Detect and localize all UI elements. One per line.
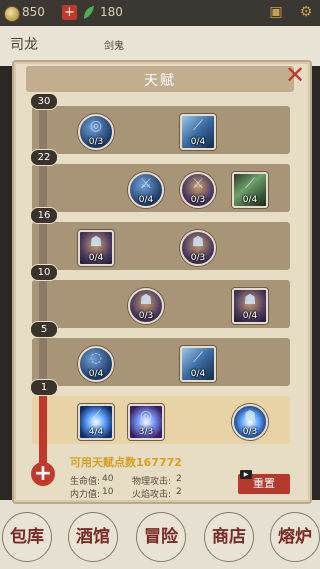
phys-attack-label: 物理攻击: (132, 477, 172, 487)
talent-skill[interactable]: ⟋ 0/4 (180, 346, 216, 382)
talent-skill[interactable]: ☗ 0/3 (180, 230, 216, 266)
nav-shop-button[interactable]: 商店 (204, 512, 254, 562)
talent-skill[interactable]: ◌ 0/4 (78, 346, 114, 382)
level-badge-30: 30 (30, 93, 58, 110)
nav-bag-button[interactable]: 包库 (2, 512, 52, 562)
nav-tavern-button[interactable]: 酒馆 (68, 512, 118, 562)
hp-value: 40 (102, 474, 114, 484)
talent-skill[interactable]: ☗ 0/3 (128, 288, 164, 324)
nav-adventure-button[interactable]: 冒险 (136, 512, 186, 562)
slash-icon: ⟋ (193, 118, 203, 134)
mp-value: 10 (102, 487, 114, 497)
fighter-icon: ☗ (89, 234, 103, 250)
coin-count: 850 (22, 5, 45, 19)
phys-attack-value: 2 (176, 474, 182, 484)
add-points-button[interactable]: + (31, 462, 55, 486)
monk-icon: ☗ (139, 292, 153, 308)
available-points: 可用天赋点数167772 (70, 456, 182, 469)
gem-count: 180 (100, 5, 123, 19)
talent-skill[interactable]: ⟋ 0/4 (180, 114, 216, 150)
level-badge-16: 16 (30, 207, 58, 224)
talent-skill[interactable]: ⟋ 0/4 (232, 172, 268, 208)
fire-attack-value: 2 (176, 487, 182, 497)
monk-icon: ☗ (243, 292, 257, 308)
level-badge-22: 22 (30, 149, 58, 166)
warrior-icon: ⚔ (191, 176, 205, 192)
talent-skill[interactable]: ☗ 0/4 (232, 288, 268, 324)
leaf-icon (84, 6, 94, 19)
dagger-icon: ⟋ (193, 350, 203, 366)
panel-title: 天赋 (144, 73, 176, 89)
monk-icon: ☗ (191, 234, 205, 250)
level-badge-10: 10 (30, 264, 58, 281)
talent-skill[interactable]: ◎ 3/3 (128, 404, 164, 440)
level-badge-1: 1 (30, 379, 58, 396)
aura-icon: ☗ (243, 408, 257, 424)
talent-skill[interactable]: ⟋ 4/4 (78, 404, 114, 440)
buy-coins-button[interactable]: + (62, 5, 77, 20)
settings-gear-icon[interactable]: ⚙ (298, 4, 314, 20)
inventory-icon[interactable]: ▣ (268, 4, 284, 20)
level-badge-5: 5 (30, 321, 58, 338)
talent-skill[interactable]: ⚔ 0/3 (180, 172, 216, 208)
talent-skill[interactable]: ◎ 0/3 (78, 114, 114, 150)
talent-skill[interactable]: ☗ 0/3 (232, 404, 268, 440)
close-icon[interactable]: ✕ (284, 63, 306, 87)
hp-label: 生命值: (70, 477, 101, 487)
swirl-icon: ◎ (89, 118, 103, 134)
level-track-progress (39, 390, 47, 472)
mp-label: 内力值: (70, 490, 101, 500)
hero-name: 司龙 (10, 37, 38, 53)
talent-row-5 (32, 338, 290, 386)
talent-row-30 (32, 106, 290, 154)
talent-skill[interactable]: ☗ 0/4 (78, 230, 114, 266)
top-bar: 850 + 180 ▣ ⚙ (0, 0, 320, 26)
whirlwind-icon: ◎ (139, 408, 153, 424)
nav-forge-button[interactable]: 熔炉 (270, 512, 320, 562)
hero-class: 剑鬼 (104, 41, 124, 52)
video-ad-icon: ▶ (240, 470, 252, 479)
talent-skill[interactable]: ⚔ 0/4 (128, 172, 164, 208)
wave-icon: ◌ (89, 350, 103, 366)
coin-icon (4, 6, 20, 22)
blade-icon: ⟋ (245, 176, 255, 192)
talent-row-16 (32, 222, 290, 270)
fire-attack-label: 火焰攻击: (132, 490, 172, 500)
lightning-slash-icon: ⟋ (91, 408, 101, 424)
warrior-icon: ⚔ (139, 176, 153, 192)
